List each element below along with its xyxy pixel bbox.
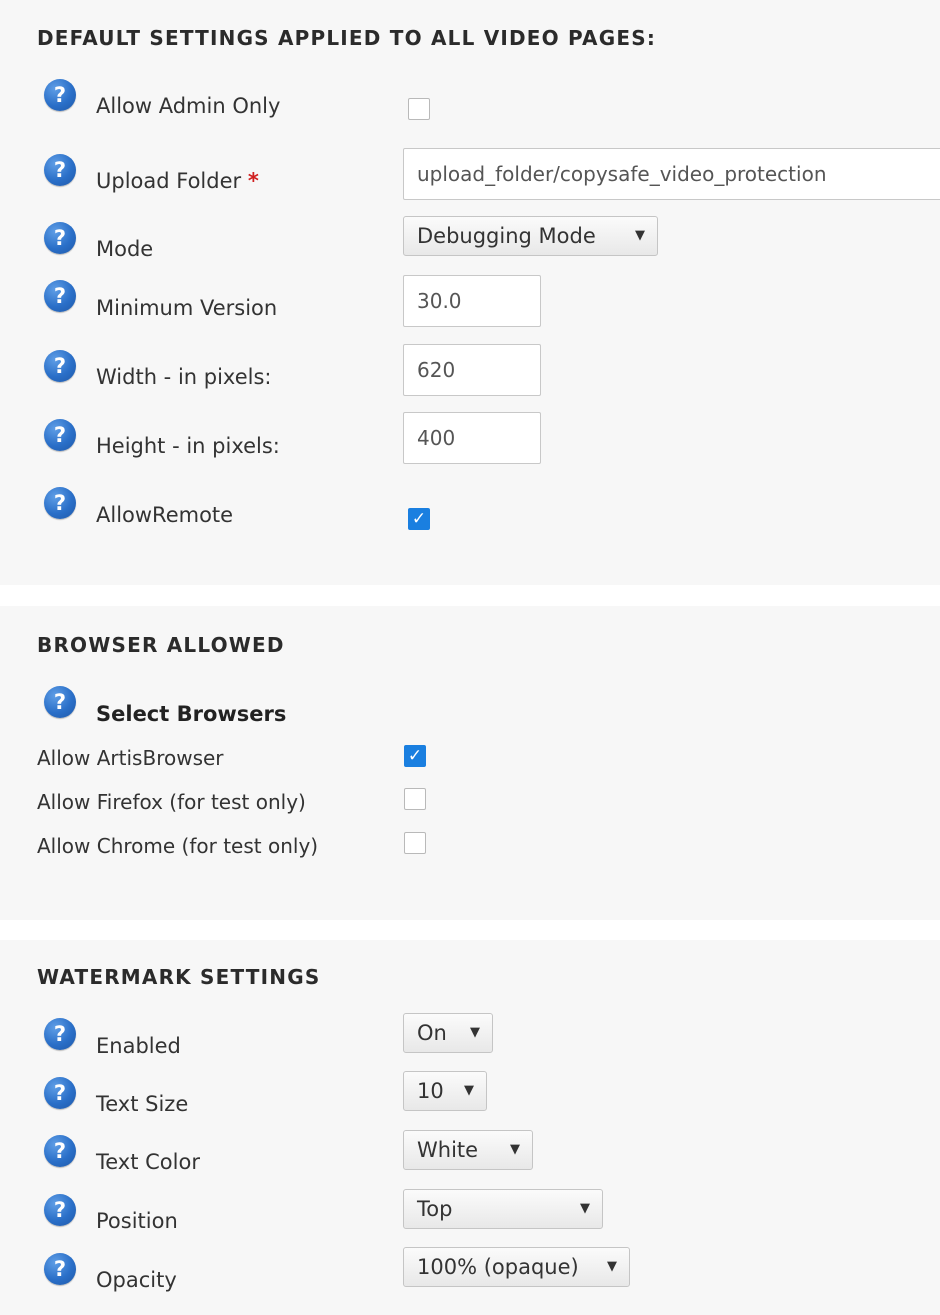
height-input[interactable]: 400: [403, 412, 541, 464]
opacity-value: 100% (opaque): [417, 1255, 579, 1279]
required-marker: *: [247, 169, 259, 193]
allow-remote-checkbox[interactable]: ✓: [408, 508, 430, 530]
height-help-icon[interactable]: ?: [44, 419, 76, 451]
allow-admin-only-checkbox[interactable]: [408, 98, 430, 120]
chevron-down-icon: ▼: [464, 1083, 474, 1098]
watermark-enabled-help-icon[interactable]: ?: [44, 1018, 76, 1050]
opacity-help-icon[interactable]: ?: [44, 1253, 76, 1285]
allow-artisbrowser-label: Allow ArtisBrowser: [37, 746, 224, 770]
upload-folder-label: Upload Folder *: [96, 169, 259, 193]
mode-select-value: Debugging Mode: [417, 224, 596, 248]
chevron-down-icon: ▼: [580, 1201, 590, 1216]
allow-firefox-checkbox[interactable]: [404, 788, 426, 810]
text-color-select[interactable]: White ▼: [403, 1130, 533, 1170]
minimum-version-help-icon[interactable]: ?: [44, 280, 76, 312]
width-help-icon[interactable]: ?: [44, 350, 76, 382]
text-size-label: Text Size: [96, 1092, 189, 1116]
minimum-version-input[interactable]: 30.0: [403, 275, 541, 327]
allow-chrome-label: Allow Chrome (for test only): [37, 834, 319, 858]
upload-folder-help-icon[interactable]: ?: [44, 154, 76, 186]
watermark-enabled-value: On: [417, 1021, 447, 1045]
mode-help-icon[interactable]: ?: [44, 222, 76, 254]
text-color-label: Text Color: [96, 1150, 200, 1174]
upload-folder-input[interactable]: upload_folder/copysafe_video_protection: [403, 148, 940, 200]
width-input[interactable]: 620: [403, 344, 541, 396]
allow-admin-only-help-icon[interactable]: ?: [44, 79, 76, 111]
browser-allowed-title: BROWSER ALLOWED: [37, 633, 285, 657]
browser-allowed-panel: BROWSER ALLOWED ? Select Browsers Allow …: [0, 606, 940, 920]
width-label: Width - in pixels:: [96, 365, 272, 389]
mode-select[interactable]: Debugging Mode ▼: [403, 216, 658, 256]
watermark-settings-panel: WATERMARK SETTINGS ? Enabled On ▼ ? Text…: [0, 940, 940, 1315]
chevron-down-icon: ▼: [635, 228, 645, 243]
default-settings-panel: DEFAULT SETTINGS APPLIED TO ALL VIDEO PA…: [0, 0, 940, 585]
watermark-enabled-label: Enabled: [96, 1034, 181, 1058]
height-label: Height - in pixels:: [96, 434, 280, 458]
allow-remote-label: AllowRemote: [96, 503, 234, 527]
upload-folder-label-text: Upload Folder: [96, 169, 242, 193]
chevron-down-icon: ▼: [470, 1025, 480, 1040]
position-select[interactable]: Top ▼: [403, 1189, 603, 1229]
text-size-select[interactable]: 10 ▼: [403, 1071, 487, 1111]
text-size-help-icon[interactable]: ?: [44, 1077, 76, 1109]
allow-remote-help-icon[interactable]: ?: [44, 487, 76, 519]
text-color-value: White: [417, 1138, 479, 1162]
watermark-enabled-select[interactable]: On ▼: [403, 1013, 493, 1053]
chevron-down-icon: ▼: [607, 1259, 617, 1274]
default-settings-title: DEFAULT SETTINGS APPLIED TO ALL VIDEO PA…: [37, 26, 657, 50]
select-browsers-help-icon[interactable]: ?: [44, 686, 76, 718]
allow-artisbrowser-checkbox[interactable]: ✓: [404, 745, 426, 767]
opacity-select[interactable]: 100% (opaque) ▼: [403, 1247, 630, 1287]
mode-label: Mode: [96, 237, 154, 261]
position-help-icon[interactable]: ?: [44, 1194, 76, 1226]
position-label: Position: [96, 1209, 178, 1233]
text-size-value: 10: [417, 1079, 444, 1103]
chevron-down-icon: ▼: [510, 1142, 520, 1157]
allow-admin-only-label: Allow Admin Only: [96, 94, 281, 118]
text-color-help-icon[interactable]: ?: [44, 1135, 76, 1167]
allow-firefox-label: Allow Firefox (for test only): [37, 790, 306, 814]
opacity-label: Opacity: [96, 1268, 177, 1292]
minimum-version-label: Minimum Version: [96, 296, 278, 320]
watermark-settings-title: WATERMARK SETTINGS: [37, 965, 321, 989]
allow-chrome-checkbox[interactable]: [404, 832, 426, 854]
position-value: Top: [417, 1197, 453, 1221]
select-browsers-label: Select Browsers: [96, 702, 287, 726]
